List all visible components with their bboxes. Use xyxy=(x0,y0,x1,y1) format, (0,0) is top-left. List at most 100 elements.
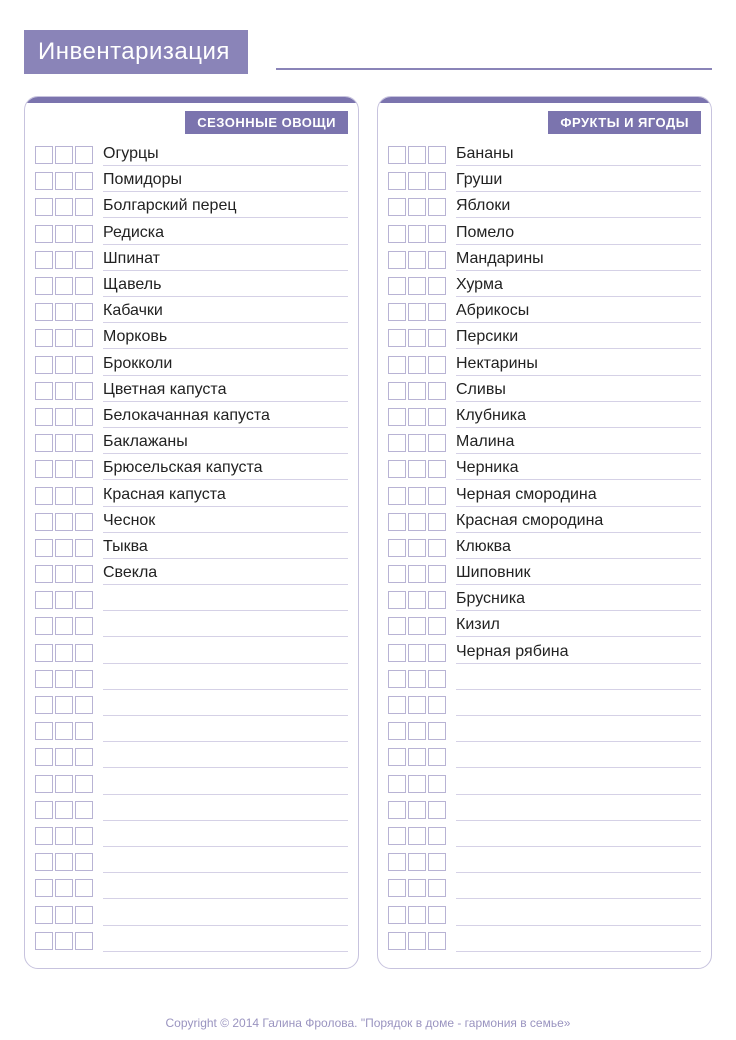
checkbox[interactable] xyxy=(55,539,73,557)
checkbox[interactable] xyxy=(408,146,426,164)
checkbox[interactable] xyxy=(428,460,446,478)
checkbox[interactable] xyxy=(75,225,93,243)
checkbox[interactable] xyxy=(408,487,426,505)
checkbox[interactable] xyxy=(428,225,446,243)
checkbox[interactable] xyxy=(55,722,73,740)
checkbox[interactable] xyxy=(428,198,446,216)
checkbox[interactable] xyxy=(388,251,406,269)
checkbox[interactable] xyxy=(35,539,53,557)
checkbox[interactable] xyxy=(408,775,426,793)
checkbox[interactable] xyxy=(408,644,426,662)
checkbox[interactable] xyxy=(35,225,53,243)
checkbox[interactable] xyxy=(388,408,406,426)
checkbox[interactable] xyxy=(55,617,73,635)
checkbox[interactable] xyxy=(75,251,93,269)
checkbox[interactable] xyxy=(55,329,73,347)
checkbox[interactable] xyxy=(388,853,406,871)
checkbox[interactable] xyxy=(388,565,406,583)
checkbox[interactable] xyxy=(75,277,93,295)
checkbox[interactable] xyxy=(428,303,446,321)
checkbox[interactable] xyxy=(428,565,446,583)
checkbox[interactable] xyxy=(428,591,446,609)
checkbox[interactable] xyxy=(408,827,426,845)
checkbox[interactable] xyxy=(55,277,73,295)
checkbox[interactable] xyxy=(35,932,53,950)
checkbox[interactable] xyxy=(388,906,406,924)
checkbox[interactable] xyxy=(408,277,426,295)
checkbox[interactable] xyxy=(55,591,73,609)
checkbox[interactable] xyxy=(408,303,426,321)
checkbox[interactable] xyxy=(35,775,53,793)
checkbox[interactable] xyxy=(408,932,426,950)
checkbox[interactable] xyxy=(75,539,93,557)
checkbox[interactable] xyxy=(75,670,93,688)
checkbox[interactable] xyxy=(75,198,93,216)
checkbox[interactable] xyxy=(35,853,53,871)
checkbox[interactable] xyxy=(55,251,73,269)
checkbox[interactable] xyxy=(75,801,93,819)
checkbox[interactable] xyxy=(408,225,426,243)
checkbox[interactable] xyxy=(408,565,426,583)
checkbox[interactable] xyxy=(388,303,406,321)
checkbox[interactable] xyxy=(428,906,446,924)
checkbox[interactable] xyxy=(408,434,426,452)
checkbox[interactable] xyxy=(428,146,446,164)
checkbox[interactable] xyxy=(408,329,426,347)
checkbox[interactable] xyxy=(75,827,93,845)
checkbox[interactable] xyxy=(388,225,406,243)
checkbox[interactable] xyxy=(428,853,446,871)
checkbox[interactable] xyxy=(428,172,446,190)
checkbox[interactable] xyxy=(75,775,93,793)
checkbox[interactable] xyxy=(408,722,426,740)
checkbox[interactable] xyxy=(428,879,446,897)
checkbox[interactable] xyxy=(428,827,446,845)
checkbox[interactable] xyxy=(388,932,406,950)
checkbox[interactable] xyxy=(75,329,93,347)
checkbox[interactable] xyxy=(35,277,53,295)
checkbox[interactable] xyxy=(35,644,53,662)
checkbox[interactable] xyxy=(55,146,73,164)
checkbox[interactable] xyxy=(35,408,53,426)
checkbox[interactable] xyxy=(408,356,426,374)
checkbox[interactable] xyxy=(388,277,406,295)
checkbox[interactable] xyxy=(408,408,426,426)
checkbox[interactable] xyxy=(75,748,93,766)
checkbox[interactable] xyxy=(388,356,406,374)
checkbox[interactable] xyxy=(35,722,53,740)
checkbox[interactable] xyxy=(75,487,93,505)
checkbox[interactable] xyxy=(75,565,93,583)
checkbox[interactable] xyxy=(75,722,93,740)
checkbox[interactable] xyxy=(408,853,426,871)
checkbox[interactable] xyxy=(408,801,426,819)
checkbox[interactable] xyxy=(408,617,426,635)
checkbox[interactable] xyxy=(428,434,446,452)
checkbox[interactable] xyxy=(428,722,446,740)
checkbox[interactable] xyxy=(55,775,73,793)
checkbox[interactable] xyxy=(55,879,73,897)
checkbox[interactable] xyxy=(388,172,406,190)
checkbox[interactable] xyxy=(388,146,406,164)
checkbox[interactable] xyxy=(75,172,93,190)
checkbox[interactable] xyxy=(75,460,93,478)
checkbox[interactable] xyxy=(428,382,446,400)
checkbox[interactable] xyxy=(35,513,53,531)
checkbox[interactable] xyxy=(388,487,406,505)
checkbox[interactable] xyxy=(55,906,73,924)
checkbox[interactable] xyxy=(428,617,446,635)
checkbox[interactable] xyxy=(428,748,446,766)
checkbox[interactable] xyxy=(408,696,426,714)
checkbox[interactable] xyxy=(408,539,426,557)
checkbox[interactable] xyxy=(35,198,53,216)
checkbox[interactable] xyxy=(55,827,73,845)
checkbox[interactable] xyxy=(35,617,53,635)
checkbox[interactable] xyxy=(75,513,93,531)
checkbox[interactable] xyxy=(428,932,446,950)
checkbox[interactable] xyxy=(75,932,93,950)
checkbox[interactable] xyxy=(75,617,93,635)
checkbox[interactable] xyxy=(388,198,406,216)
checkbox[interactable] xyxy=(408,382,426,400)
checkbox[interactable] xyxy=(75,906,93,924)
checkbox[interactable] xyxy=(55,748,73,766)
checkbox[interactable] xyxy=(55,460,73,478)
checkbox[interactable] xyxy=(55,853,73,871)
